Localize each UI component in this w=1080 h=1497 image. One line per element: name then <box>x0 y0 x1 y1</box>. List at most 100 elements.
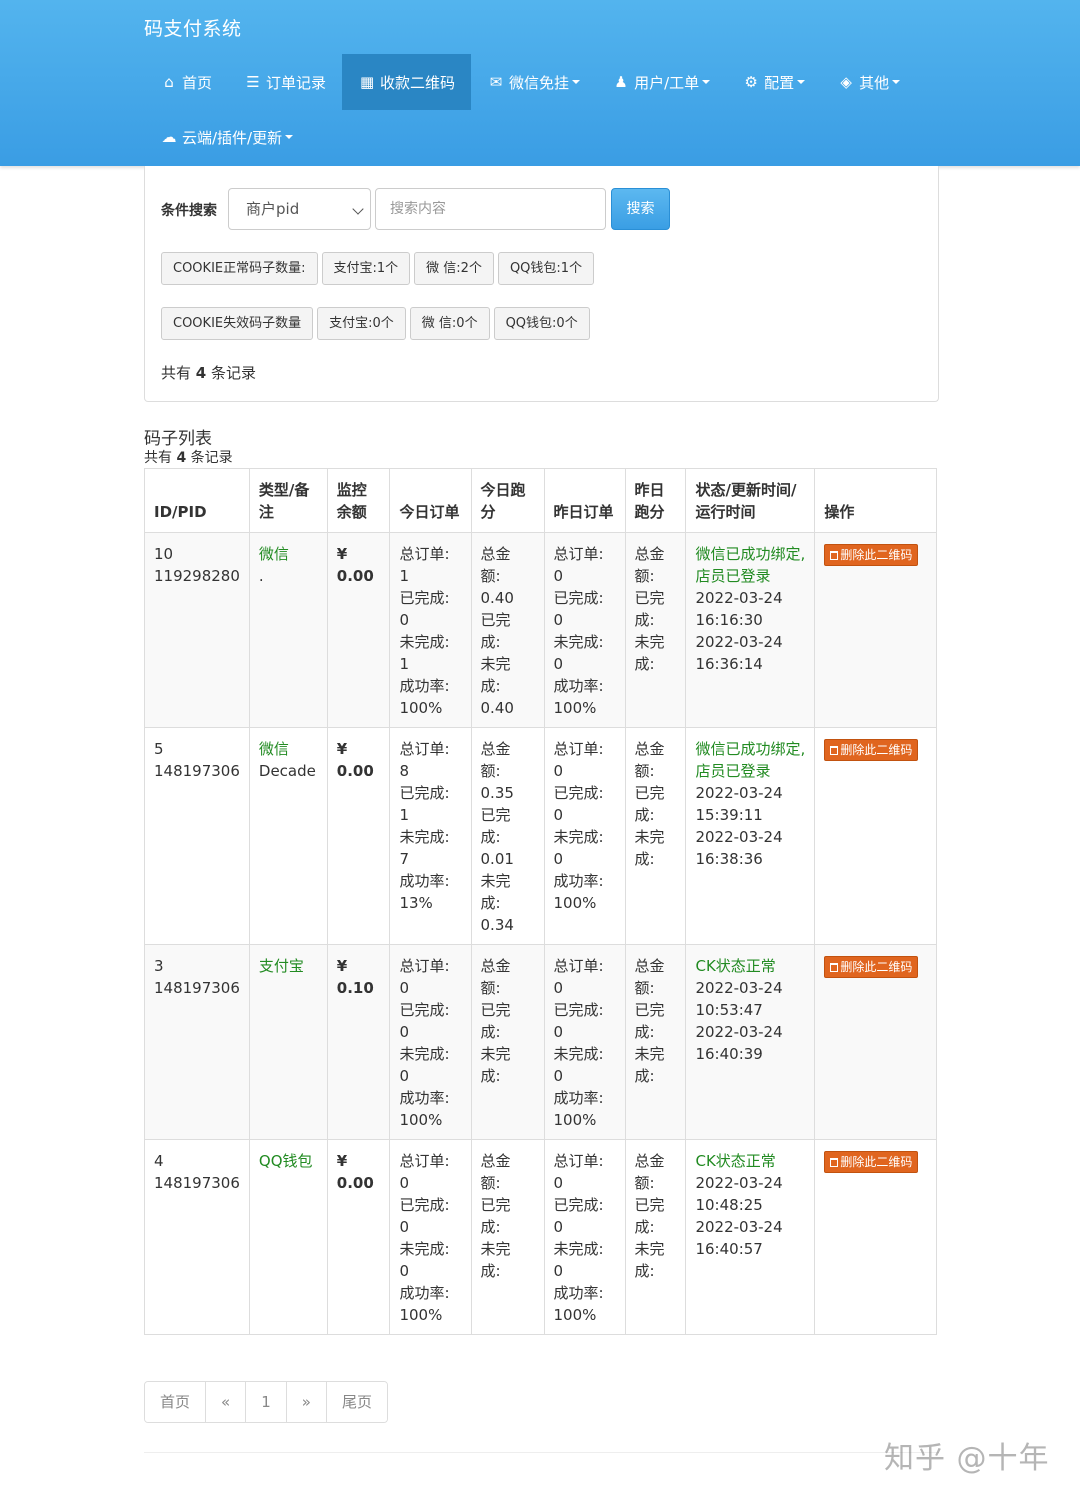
nav-item-row1-0[interactable]: ⌂ 首页 <box>144 54 228 110</box>
cell-line: 成: <box>480 1067 501 1085</box>
cell-line: 成功率: <box>399 1089 450 1107</box>
cell-line: 总订单: <box>553 740 604 758</box>
cell-yesterday-orders: 总订单: 0 已完成: 0 未完成: 0 成功率: 100% <box>543 532 626 728</box>
cell-yesterday-orders: 总订单: 0 已完成: 0 未完成: 0 成功率: 100% <box>543 727 626 945</box>
cell-id-pid: 3 148197306 <box>144 944 250 1140</box>
currency-symbol: ¥ <box>336 1152 348 1170</box>
page-last[interactable]: 尾页 <box>326 1382 387 1422</box>
cube-icon: ◈ <box>840 73 852 91</box>
cookie-bad-label: COOKIE失效码子数量 <box>161 307 314 340</box>
cell-line: 16:38:36 <box>695 850 763 868</box>
app-title[interactable]: 码支付系统 <box>144 14 242 41</box>
cell-line: 未完成: <box>399 633 450 651</box>
delete-qrcode-button[interactable]: 删除此二维码 <box>824 1151 919 1173</box>
cell-line: 0 <box>553 567 564 585</box>
cell-line: 100% <box>399 1111 443 1129</box>
cell-line: 100% <box>553 1111 597 1129</box>
caret-down-icon <box>892 80 901 84</box>
cell-line: CK状态正常 <box>695 1152 776 1170</box>
caret-down-icon <box>285 135 294 139</box>
col-yesterday-score: 昨日跑分 <box>624 468 687 533</box>
delete-qrcode-button[interactable]: 删除此二维码 <box>824 739 919 761</box>
nav-item-row1-4[interactable]: ♟ 用户/工单 <box>596 54 726 110</box>
cell-line: 总订单: <box>553 545 604 563</box>
currency-symbol: ¥ <box>336 545 348 563</box>
cell-status-time: CK状态正常 2022-03-24 10:53:47 2022-03-24 16:40:… <box>685 944 816 1140</box>
cell-line: 成: <box>480 1262 501 1280</box>
wechat-icon: ✉ <box>489 73 503 91</box>
cell-line: 成功率: <box>553 1284 604 1302</box>
page-first[interactable]: 首页 <box>145 1382 207 1422</box>
row-note: Decade <box>258 762 316 780</box>
cell-line: 总金 <box>480 1152 511 1170</box>
page-prev[interactable]: « <box>206 1382 247 1422</box>
nav-item-label: 云端/插件/更新 <box>182 128 283 147</box>
cell-line: 未完成: <box>553 1045 604 1063</box>
cell-line: 已完 <box>634 589 665 607</box>
cookie-bad-qq: QQ钱包:0个 <box>493 307 590 340</box>
search-field-select[interactable]: 商户pid <box>228 188 371 230</box>
cell-line: 0 <box>553 979 564 997</box>
cell-line: 店员已登录 <box>695 567 771 585</box>
cookie-bad-alipay: 支付宝:0个 <box>317 307 406 340</box>
cell-line: 成: <box>634 1067 655 1085</box>
divider <box>144 1452 939 1453</box>
cell-line: 成功率: <box>553 677 604 695</box>
nav-item-row1-2[interactable]: ▦ 收款二维码 <box>342 54 472 110</box>
cell-line: 成功率: <box>399 1284 450 1302</box>
cell-line: 总订单: <box>399 1152 450 1170</box>
cell-line: 总订单: <box>553 957 604 975</box>
cell-line: 总订单: <box>399 957 450 975</box>
search-button[interactable]: 搜索 <box>611 188 670 230</box>
cell-line: 已完成: <box>399 1196 450 1214</box>
cell-line: 额: <box>634 979 655 997</box>
record-count: 4 <box>195 364 207 382</box>
cell-line: 微信已成功绑定, <box>695 740 806 758</box>
cell-line: 2022-03-24 <box>695 979 783 997</box>
nav-primary: ⌂ 首页 ☰ 订单记录 ▦ 收款二维码 ✉ 微信免挂 ♟ 用户/工单 ⚙ 配置 ◈ 其他 <box>144 54 916 110</box>
cell-line: 16:16:30 <box>695 611 763 629</box>
row-type: QQ钱包 <box>258 1152 313 1170</box>
cell-line: 已完 <box>634 1196 665 1214</box>
cell-status-time: 微信已成功绑定, 店员已登录 2022-03-24 16:16:30 2022-03-2… <box>685 532 816 728</box>
search-field-value: 商户pid <box>246 200 300 218</box>
cell-line: 10:48:25 <box>695 1196 763 1214</box>
cell-line: 总订单: <box>399 740 450 758</box>
cell-line: 成: <box>634 611 655 629</box>
nav-item-row1-5[interactable]: ⚙ 配置 <box>726 54 821 110</box>
cell-line: 0 <box>553 850 564 868</box>
nav-item-row1-3[interactable]: ✉ 微信免挂 <box>471 54 596 110</box>
cell-line: 已完 <box>480 611 511 629</box>
page-number[interactable]: 1 <box>246 1382 287 1422</box>
cell-id-pid: 10 119298280 <box>144 532 250 728</box>
cell-line: 1 <box>399 655 410 673</box>
table-header-row: ID/PID 类型/备注 监控余额 今日订单 今日跑分 昨日订单 昨日跑分 状态… <box>144 468 937 533</box>
nav-item-label: 首页 <box>182 73 213 92</box>
cell-line: 未完 <box>634 828 665 846</box>
cell-line: 总金 <box>634 545 665 563</box>
search-panel: 条件搜索 商户pid 搜索 COOKIE正常码子数量: 支付宝:1个 微 信:2… <box>144 166 939 402</box>
cell-status-time: CK状态正常 2022-03-24 10:48:25 2022-03-24 16:40:… <box>685 1139 816 1335</box>
cell-line: 0.01 <box>480 850 514 868</box>
row-pid: 148197306 <box>154 1174 240 1192</box>
delete-qrcode-button[interactable]: 删除此二维码 <box>824 544 919 566</box>
delete-qrcode-button[interactable]: 删除此二维码 <box>824 956 919 978</box>
cell-line: 总订单: <box>399 545 450 563</box>
nav-item-row1-6[interactable]: ◈ 其他 <box>821 54 916 110</box>
table-row: 4 148197306 QQ钱包 ¥0.00 总订单: 0 已完成: 0 未完成: 0 成功率: 10… <box>144 1139 937 1335</box>
cell-status-time: 微信已成功绑定, 店员已登录 2022-03-24 15:39:11 2022-03-2… <box>685 727 816 945</box>
page-next[interactable]: » <box>286 1382 327 1422</box>
cell-line: 成: <box>480 1218 501 1236</box>
cell-type-note: 微信 Decade <box>248 727 328 945</box>
cell-line: 额: <box>634 567 655 585</box>
col-id-pid: ID/PID <box>144 468 250 533</box>
search-input[interactable] <box>375 188 606 230</box>
pagination: 首页 « 1 » 尾页 <box>144 1381 388 1423</box>
nav-item-row2-0[interactable]: ☁ 云端/插件/更新 <box>144 110 309 164</box>
row-balance: 0.00 <box>336 762 374 780</box>
cell-balance: ¥0.00 <box>326 1139 391 1335</box>
cell-line: 100% <box>399 699 443 717</box>
nav-item-row1-1[interactable]: ☰ 订单记录 <box>228 54 342 110</box>
cell-line: 0 <box>553 1174 564 1192</box>
cell-line: 100% <box>553 1306 597 1324</box>
